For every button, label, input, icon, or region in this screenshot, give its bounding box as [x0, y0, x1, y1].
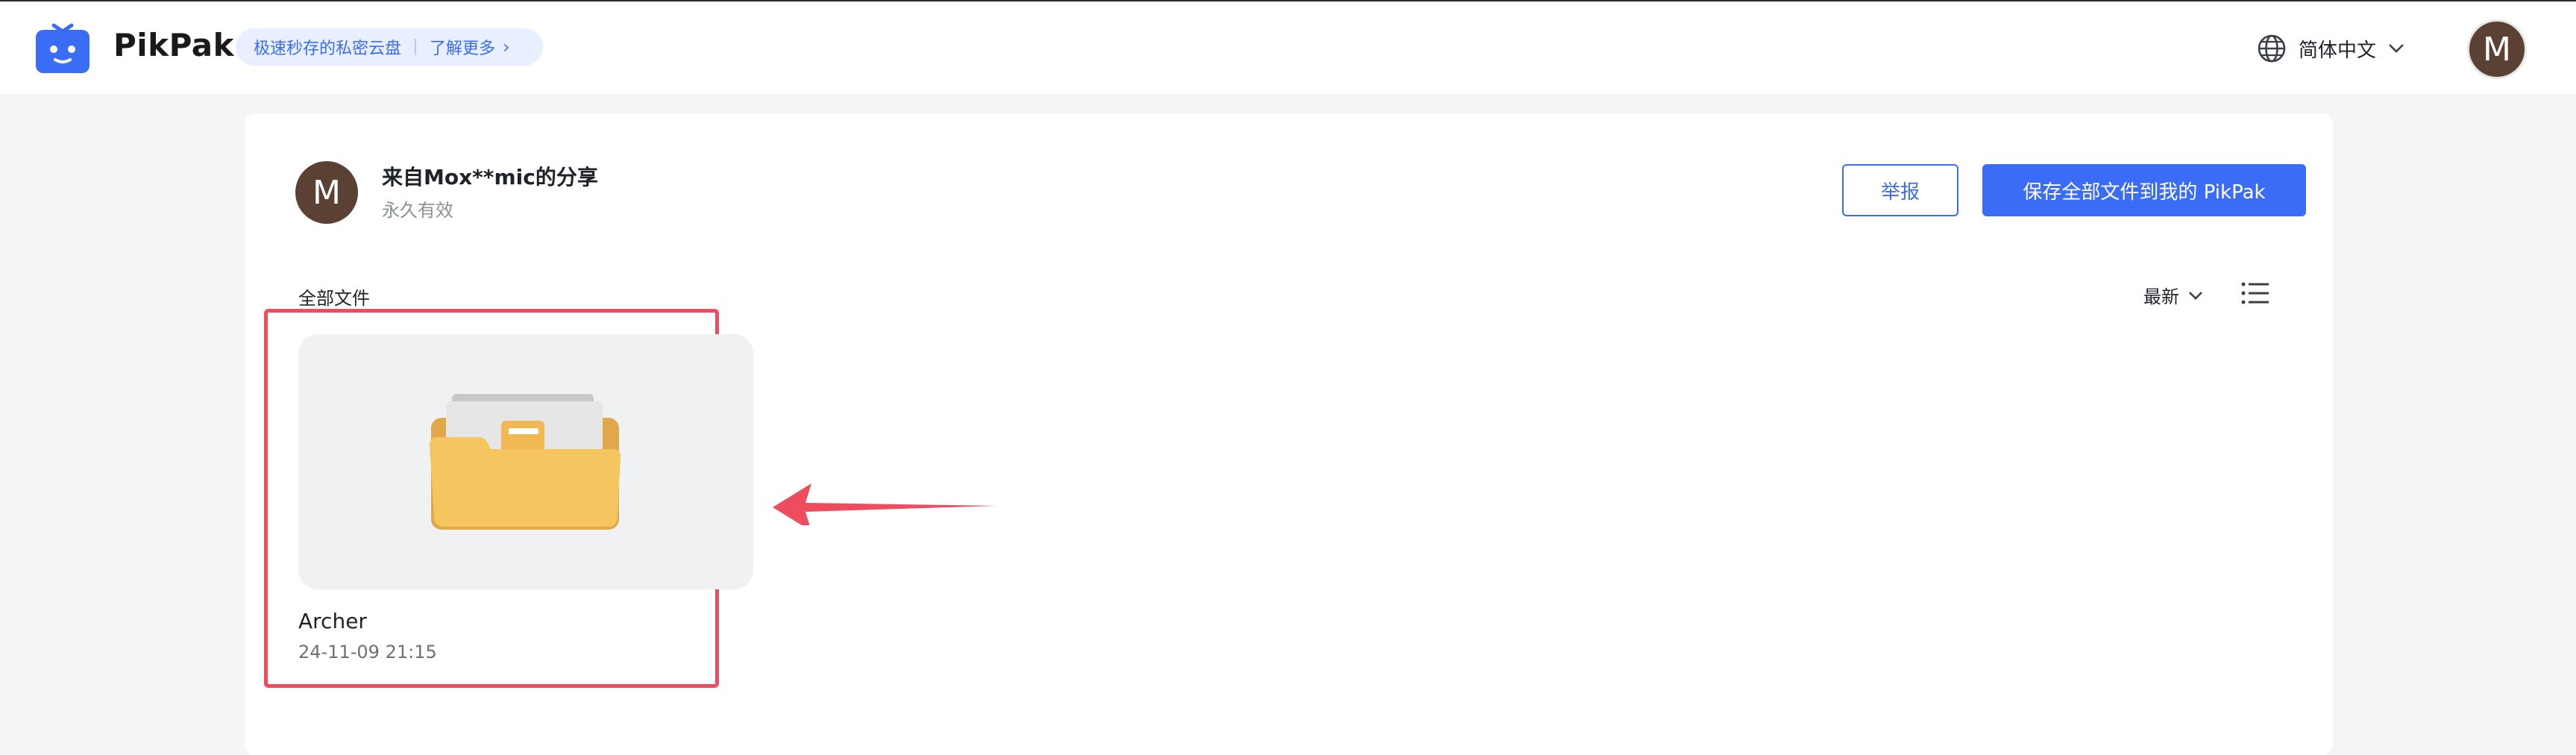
chevron-down-icon	[2389, 44, 2404, 53]
share-panel: M 来自Mox**mic的分享 永久有效 举报 保存全部文件到我的 PikPak…	[245, 113, 2333, 755]
folder-thumbnail[interactable]	[298, 334, 753, 589]
brand-name[interactable]: PikPak	[113, 27, 234, 63]
promo-divider	[415, 39, 417, 55]
share-validity: 永久有效	[382, 200, 453, 221]
learn-more-link[interactable]: 了解更多	[430, 35, 495, 59]
chevron-right-icon: ›	[503, 37, 510, 57]
list-view-icon[interactable]	[2240, 281, 2269, 306]
top-header: PikPak 极速秒存的私密云盘 了解更多 › 简体中文 M	[0, 1, 2576, 94]
chevron-down-icon	[2189, 291, 2202, 300]
all-files-breadcrumb[interactable]: 全部文件	[298, 283, 370, 310]
sharer-avatar: M	[295, 161, 358, 224]
save-all-button[interactable]: 保存全部文件到我的 PikPak	[1982, 164, 2306, 216]
folder-icon	[430, 394, 621, 530]
sort-selector[interactable]: 最新	[2143, 282, 2203, 308]
sort-label: 最新	[2143, 286, 2179, 307]
user-avatar[interactable]: M	[2467, 19, 2527, 79]
promo-banner[interactable]: 极速秒存的私密云盘 了解更多 ›	[236, 28, 543, 66]
pikpak-logo-icon[interactable]	[31, 21, 94, 75]
language-selector[interactable]: 简体中文	[2257, 31, 2416, 66]
promo-text: 极速秒存的私密云盘	[254, 40, 402, 58]
annotation-arrow-icon	[773, 483, 996, 525]
share-title: 来自Mox**mic的分享	[382, 165, 598, 189]
language-label: 简体中文	[2299, 39, 2377, 62]
folder-date: 24-11-09 21:15	[298, 642, 437, 662]
folder-name[interactable]: Archer	[298, 609, 367, 633]
globe-icon	[2258, 34, 2286, 63]
report-button[interactable]: 举报	[1842, 164, 1958, 216]
